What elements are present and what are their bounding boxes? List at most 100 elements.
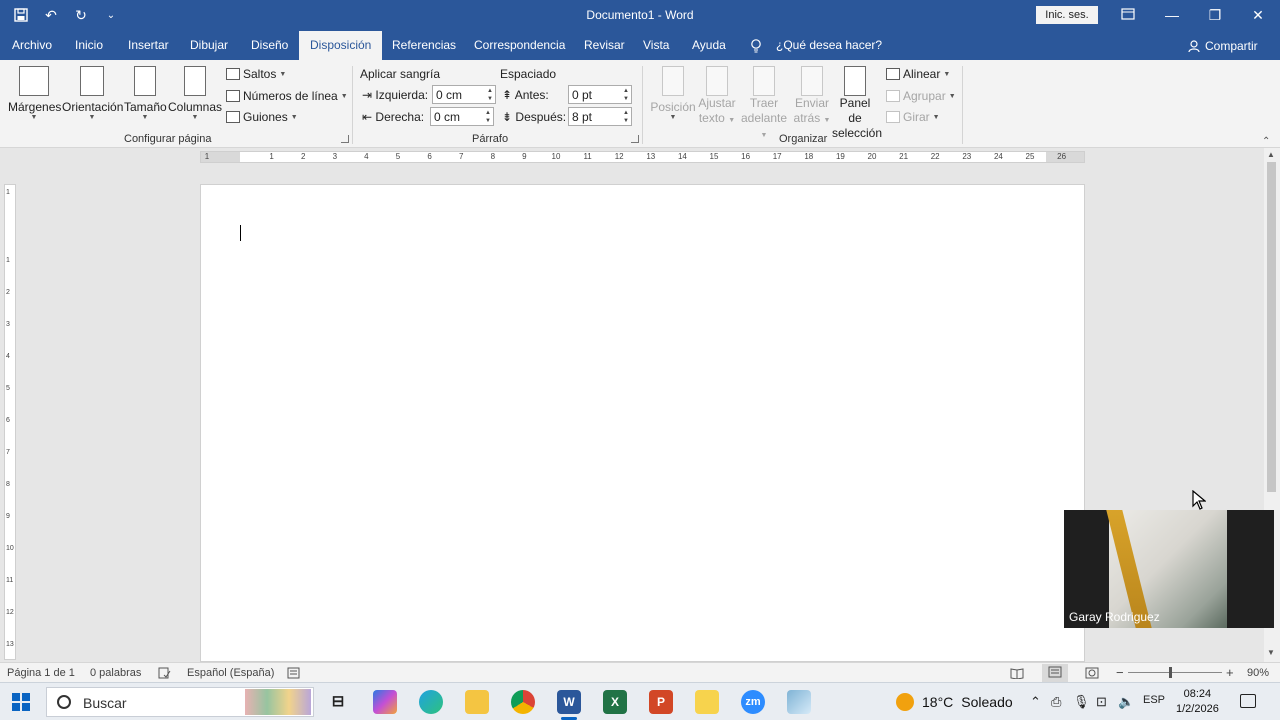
- video-overlay[interactable]: Garay Rodriguez: [1064, 510, 1274, 628]
- tab-archivo[interactable]: Archivo: [12, 31, 52, 60]
- task-view-icon[interactable]: ⊟: [326, 690, 350, 714]
- size-button[interactable]: Tamaño ▼: [124, 66, 167, 122]
- web-layout-icon[interactable]: [1085, 667, 1099, 682]
- sticky-icon[interactable]: [695, 690, 719, 714]
- spacing-before-input[interactable]: 0 pt ▲ ▼: [568, 85, 632, 104]
- read-mode-icon[interactable]: [1010, 667, 1024, 682]
- spin-arrows-icon[interactable]: ▲ ▼: [487, 87, 493, 103]
- tab-referencias[interactable]: Referencias: [392, 31, 456, 60]
- network-icon[interactable]: ⊡: [1096, 694, 1107, 710]
- vertical-ruler-label: 1: [6, 257, 10, 264]
- input-language[interactable]: ESP: [1143, 694, 1165, 706]
- tab-dibujar[interactable]: Dibujar: [190, 31, 228, 60]
- bring-forward-button[interactable]: Traer adelante ▼: [738, 66, 790, 143]
- group-button[interactable]: Agrupar ▼: [886, 89, 956, 103]
- position-button[interactable]: Posición ▼: [650, 66, 696, 122]
- orientation-button[interactable]: Orientación ▼: [62, 66, 123, 122]
- tab-revisar[interactable]: Revisar: [584, 31, 625, 60]
- copilot-icon[interactable]: [373, 690, 397, 714]
- hyphenation-button[interactable]: Guiones ▼: [226, 110, 298, 124]
- chevron-up-icon[interactable]: ⌃: [1030, 694, 1041, 710]
- share-button[interactable]: Compartir: [1188, 39, 1258, 53]
- windows-start-icon[interactable]: [12, 693, 30, 711]
- breaks-button[interactable]: Saltos ▼: [226, 67, 286, 81]
- powerpoint-icon[interactable]: P: [649, 690, 673, 714]
- wrap-text-icon: [706, 66, 728, 96]
- ruler-label: 12: [614, 152, 624, 161]
- close-icon[interactable]: ✕: [1247, 5, 1269, 25]
- language-status[interactable]: Español (España): [187, 667, 274, 679]
- spacing-after-label: ⇟ Después:: [502, 110, 567, 124]
- send-backward-icon: [801, 66, 823, 96]
- zoom-slider-thumb[interactable]: [1169, 667, 1172, 678]
- sign-in-button[interactable]: Inic. ses.: [1036, 6, 1098, 24]
- spin-arrows-icon[interactable]: ▲ ▼: [485, 109, 491, 125]
- horizontal-ruler[interactable]: 1 1 2 3 4 5 6 7 8 9 10 11 12 13 14 15 16 17 18 19 20 21 22 23 24…: [200, 151, 1085, 163]
- word-count[interactable]: 0 palabras: [90, 667, 141, 679]
- clock[interactable]: 08:24 1/2/2026: [1176, 687, 1219, 717]
- zoom-icon[interactable]: zm: [741, 690, 765, 714]
- app-icon[interactable]: [787, 690, 811, 714]
- ribbon-display-icon[interactable]: [1117, 5, 1139, 25]
- rotate-button[interactable]: Girar ▼: [886, 110, 940, 124]
- participant-name: Garay Rodriguez: [1069, 610, 1160, 624]
- minimize-icon[interactable]: —: [1161, 5, 1183, 25]
- accessibility-icon[interactable]: [287, 667, 300, 682]
- lightbulb-icon[interactable]: [750, 31, 762, 60]
- microphone-icon[interactable]: 🎙: [1073, 694, 1090, 710]
- zoom-level[interactable]: 90%: [1247, 667, 1269, 679]
- collapse-ribbon-icon[interactable]: ⌃: [1262, 136, 1270, 147]
- tab-vista[interactable]: Vista: [643, 31, 669, 60]
- indent-left-input[interactable]: 0 cm ▲ ▼: [432, 85, 496, 104]
- chrome-icon[interactable]: [511, 690, 535, 714]
- tab-disposicion[interactable]: Disposición: [299, 31, 383, 60]
- file-explorer-icon[interactable]: [465, 690, 489, 714]
- selection-pane-button[interactable]: Panel de selección: [832, 66, 882, 141]
- page-setup-launcher-icon[interactable]: [341, 135, 349, 143]
- chevron-down-icon: ▼: [823, 117, 831, 124]
- tab-correspondencia[interactable]: Correspondencia: [474, 31, 565, 60]
- line-numbers-button[interactable]: Números de línea ▼: [226, 89, 348, 103]
- word-icon[interactable]: W: [557, 690, 581, 714]
- ruler-label: 11: [583, 152, 592, 161]
- zoom-out-button[interactable]: −: [1116, 665, 1124, 680]
- vertical-ruler[interactable]: 1 1 2 3 4 5 6 7 8 9 10 11 12 13: [4, 184, 16, 660]
- columns-button[interactable]: Columnas ▼: [168, 66, 222, 122]
- print-layout-icon[interactable]: [1042, 664, 1068, 683]
- ruler-label: 14: [677, 152, 687, 161]
- align-button[interactable]: Alinear ▼: [886, 67, 950, 81]
- taskbar-search[interactable]: Buscar: [46, 687, 314, 717]
- tell-me-search[interactable]: ¿Qué desea hacer?: [776, 31, 882, 60]
- volume-icon[interactable]: 🔈: [1118, 694, 1134, 710]
- scroll-down-icon[interactable]: ▼: [1267, 648, 1275, 657]
- edge-icon[interactable]: [419, 690, 443, 714]
- tab-diseno[interactable]: Diseño: [251, 31, 288, 60]
- wrap-text-button[interactable]: Ajustar texto ▼: [696, 66, 738, 128]
- restore-icon[interactable]: ❐: [1204, 5, 1226, 25]
- sun-icon: [896, 693, 914, 711]
- tab-inicio[interactable]: Inicio: [75, 31, 103, 60]
- tab-ayuda[interactable]: Ayuda: [692, 31, 726, 60]
- zoom-in-button[interactable]: +: [1226, 665, 1234, 680]
- page-count[interactable]: Página 1 de 1: [7, 667, 75, 679]
- spacing-after-input[interactable]: 8 pt ▲ ▼: [568, 107, 632, 126]
- spacing-before-label: ⇞ Antes:: [502, 88, 549, 102]
- ruler-label: 5: [395, 152, 401, 161]
- document-page[interactable]: [200, 184, 1085, 662]
- spin-arrows-icon[interactable]: ▲ ▼: [623, 87, 629, 103]
- scroll-up-icon[interactable]: ▲: [1267, 150, 1275, 159]
- tab-insertar[interactable]: Insertar: [128, 31, 169, 60]
- paragraph-launcher-icon[interactable]: [631, 135, 639, 143]
- proofing-icon[interactable]: [158, 667, 171, 682]
- camera-icon[interactable]: ⎙: [1051, 694, 1061, 710]
- weather-widget[interactable]: 18°C Soleado: [896, 693, 1013, 711]
- scroll-thumb[interactable]: [1267, 162, 1276, 492]
- hyphenation-icon: [226, 111, 240, 123]
- spin-arrows-icon[interactable]: ▲ ▼: [623, 109, 629, 125]
- send-backward-button[interactable]: Enviar atrás ▼: [792, 66, 832, 128]
- margins-button[interactable]: Márgenes ▼: [8, 66, 61, 122]
- indent-right-input[interactable]: 0 cm ▲ ▼: [430, 107, 494, 126]
- zoom-slider[interactable]: [1128, 672, 1222, 673]
- notifications-icon[interactable]: [1240, 694, 1256, 708]
- excel-icon[interactable]: X: [603, 690, 627, 714]
